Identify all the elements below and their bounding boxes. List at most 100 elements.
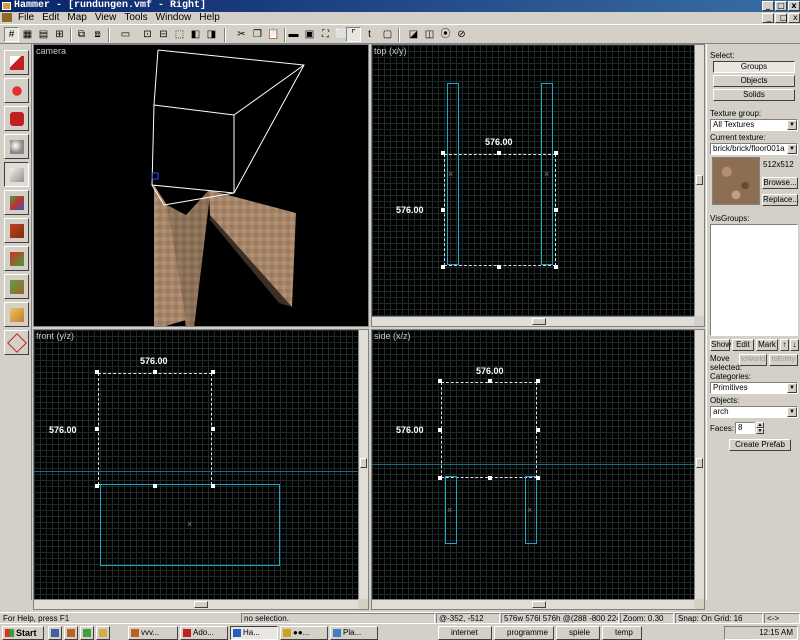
menu-map[interactable]: Map xyxy=(63,12,90,24)
move-up-icon[interactable]: ↑ xyxy=(780,339,789,351)
chevron-down-icon[interactable]: ▼ xyxy=(787,407,797,417)
grid-larger-icon[interactable]: ▤ xyxy=(36,27,51,42)
task-button-player[interactable]: Pla... xyxy=(330,626,378,640)
maximize-button[interactable]: □ xyxy=(775,1,787,11)
task-button-browser[interactable]: vvv... xyxy=(128,626,178,640)
camera-viewport[interactable]: camera xyxy=(33,44,369,327)
solid-icon[interactable]: ▢ xyxy=(380,27,395,42)
resize-handle[interactable] xyxy=(554,208,558,212)
select-groups-button[interactable]: Groups xyxy=(713,61,795,73)
start-button[interactable]: Start xyxy=(2,626,44,640)
vis-mark-button[interactable]: Mark xyxy=(756,339,778,351)
doc-restore-button[interactable]: □ xyxy=(775,13,788,23)
task-button-hammer[interactable]: Ha... xyxy=(230,626,278,640)
quicklaunch-desktop-icon[interactable] xyxy=(48,626,62,640)
cut-icon[interactable]: ✂ xyxy=(234,27,249,42)
chevron-down-icon[interactable]: ▼ xyxy=(787,120,797,130)
categories-select[interactable]: Primitives ▼ xyxy=(710,382,798,394)
current-texture-select[interactable]: brick/brick/floor001a ▼ xyxy=(710,143,798,155)
toolbar-folder-spiele[interactable]: spiele xyxy=(556,626,600,640)
resize-handle[interactable] xyxy=(211,484,215,488)
resize-handle[interactable] xyxy=(153,370,157,374)
replace-button[interactable]: Replace... xyxy=(762,194,799,206)
select-all-icon[interactable]: ⬚ xyxy=(172,27,187,42)
horizontal-scrollbar[interactable] xyxy=(372,316,694,326)
entity-tool[interactable] xyxy=(4,134,29,159)
horizontal-scrollbar[interactable] xyxy=(34,599,358,609)
selection-box[interactable] xyxy=(441,382,537,478)
vis-edit-button[interactable]: Edit xyxy=(732,339,754,351)
selection-handles-icon[interactable]: ⌜ xyxy=(346,27,361,42)
resize-handle[interactable] xyxy=(554,265,558,269)
group-icon[interactable]: ▭ xyxy=(118,27,133,42)
menu-edit[interactable]: Edit xyxy=(38,12,63,24)
resize-handle[interactable] xyxy=(211,427,215,431)
clock[interactable]: 12:15 AM xyxy=(759,628,793,637)
vertex-red-icon[interactable]: ◪ xyxy=(406,27,421,42)
clipping-tool[interactable] xyxy=(4,302,29,327)
resize-handle[interactable] xyxy=(441,265,445,269)
apply-current-texture-tool[interactable] xyxy=(4,218,29,243)
select-solids-button[interactable]: Solids xyxy=(713,89,795,101)
load-window-state-icon[interactable]: ⧉ xyxy=(74,27,89,42)
cube-icon[interactable]: ◧ xyxy=(188,27,203,42)
carve-icon[interactable]: ▬ xyxy=(286,27,301,42)
texture-application-tool[interactable] xyxy=(4,190,29,215)
selection-box[interactable] xyxy=(444,154,556,266)
check-problems-icon[interactable]: ⊘ xyxy=(454,27,469,42)
create-prefab-button[interactable]: Create Prefab xyxy=(729,439,791,451)
resize-handle[interactable] xyxy=(536,428,540,432)
toolbar-folder-programme[interactable]: programme xyxy=(494,626,554,640)
top-viewport[interactable]: top (x/y) × × 576.00 576.00 xyxy=(371,44,705,327)
chevron-down-icon[interactable]: ▼ xyxy=(787,383,797,393)
menu-window[interactable]: Window xyxy=(152,12,196,24)
resize-handle[interactable] xyxy=(438,379,442,383)
quicklaunch-app-icon[interactable] xyxy=(80,626,94,640)
front-viewport[interactable]: front (y/z) × 576.00 576.00 xyxy=(33,329,369,610)
texture-lock-toggle-icon[interactable]: t xyxy=(362,27,377,42)
resize-handle[interactable] xyxy=(554,151,558,155)
cube-alt-icon[interactable]: ◨ xyxy=(204,27,219,42)
chevron-down-icon[interactable]: ▼ xyxy=(787,144,797,154)
block-tool[interactable] xyxy=(4,162,29,187)
menu-file[interactable]: File xyxy=(14,12,38,24)
vertical-scrollbar[interactable] xyxy=(694,45,704,316)
selection-tool[interactable] xyxy=(4,50,29,75)
minimize-button[interactable]: _ xyxy=(762,1,774,11)
resize-handle[interactable] xyxy=(497,151,501,155)
task-button-adobe[interactable]: Ado... xyxy=(180,626,228,640)
ungroup-icon[interactable]: ⊡ xyxy=(140,27,155,42)
doc-close-button[interactable]: x xyxy=(788,13,800,23)
select-objects-button[interactable]: Objects xyxy=(713,75,795,87)
quicklaunch-browser-icon[interactable] xyxy=(64,626,78,640)
resize-handle[interactable] xyxy=(438,476,442,480)
scroll-thumb[interactable] xyxy=(696,175,703,185)
scroll-thumb[interactable] xyxy=(532,601,546,608)
resize-handle[interactable] xyxy=(153,484,157,488)
hollow-icon[interactable]: ▣ xyxy=(302,27,317,42)
menu-view[interactable]: View xyxy=(91,12,121,24)
save-window-state-icon[interactable]: ⧈ xyxy=(90,27,105,42)
resize-handle[interactable] xyxy=(95,484,99,488)
resize-handle[interactable] xyxy=(536,379,540,383)
scroll-thumb[interactable] xyxy=(532,318,546,325)
quicklaunch-explorer-icon[interactable] xyxy=(96,626,110,640)
task-button-app[interactable]: ●●... xyxy=(280,626,328,640)
vertex-tool[interactable] xyxy=(4,330,29,355)
window-title-bar[interactable]: Hammer - [rundungen.vmf - Right] _ □ x xyxy=(0,0,800,12)
vis-show-button[interactable]: Show xyxy=(710,339,731,351)
menu-tools[interactable]: Tools xyxy=(120,12,151,24)
menu-help[interactable]: Help xyxy=(195,12,224,24)
paste-icon[interactable]: 📋 xyxy=(266,27,281,42)
browse-button[interactable]: Browse... xyxy=(762,177,798,189)
decal-tool[interactable] xyxy=(4,246,29,271)
overlay-tool[interactable] xyxy=(4,274,29,299)
resize-handle[interactable] xyxy=(211,370,215,374)
close-button[interactable]: x xyxy=(788,1,800,11)
resize-handle[interactable] xyxy=(441,208,445,212)
spin-down-icon[interactable]: ▼ xyxy=(756,428,764,434)
visgroups-list[interactable] xyxy=(710,224,798,336)
objects-select[interactable]: arch ▼ xyxy=(710,406,798,418)
toolbar-folder-internet[interactable]: internet xyxy=(438,626,492,640)
side-viewport[interactable]: side (x/z) × × 576.00 576.00 xyxy=(371,329,705,610)
